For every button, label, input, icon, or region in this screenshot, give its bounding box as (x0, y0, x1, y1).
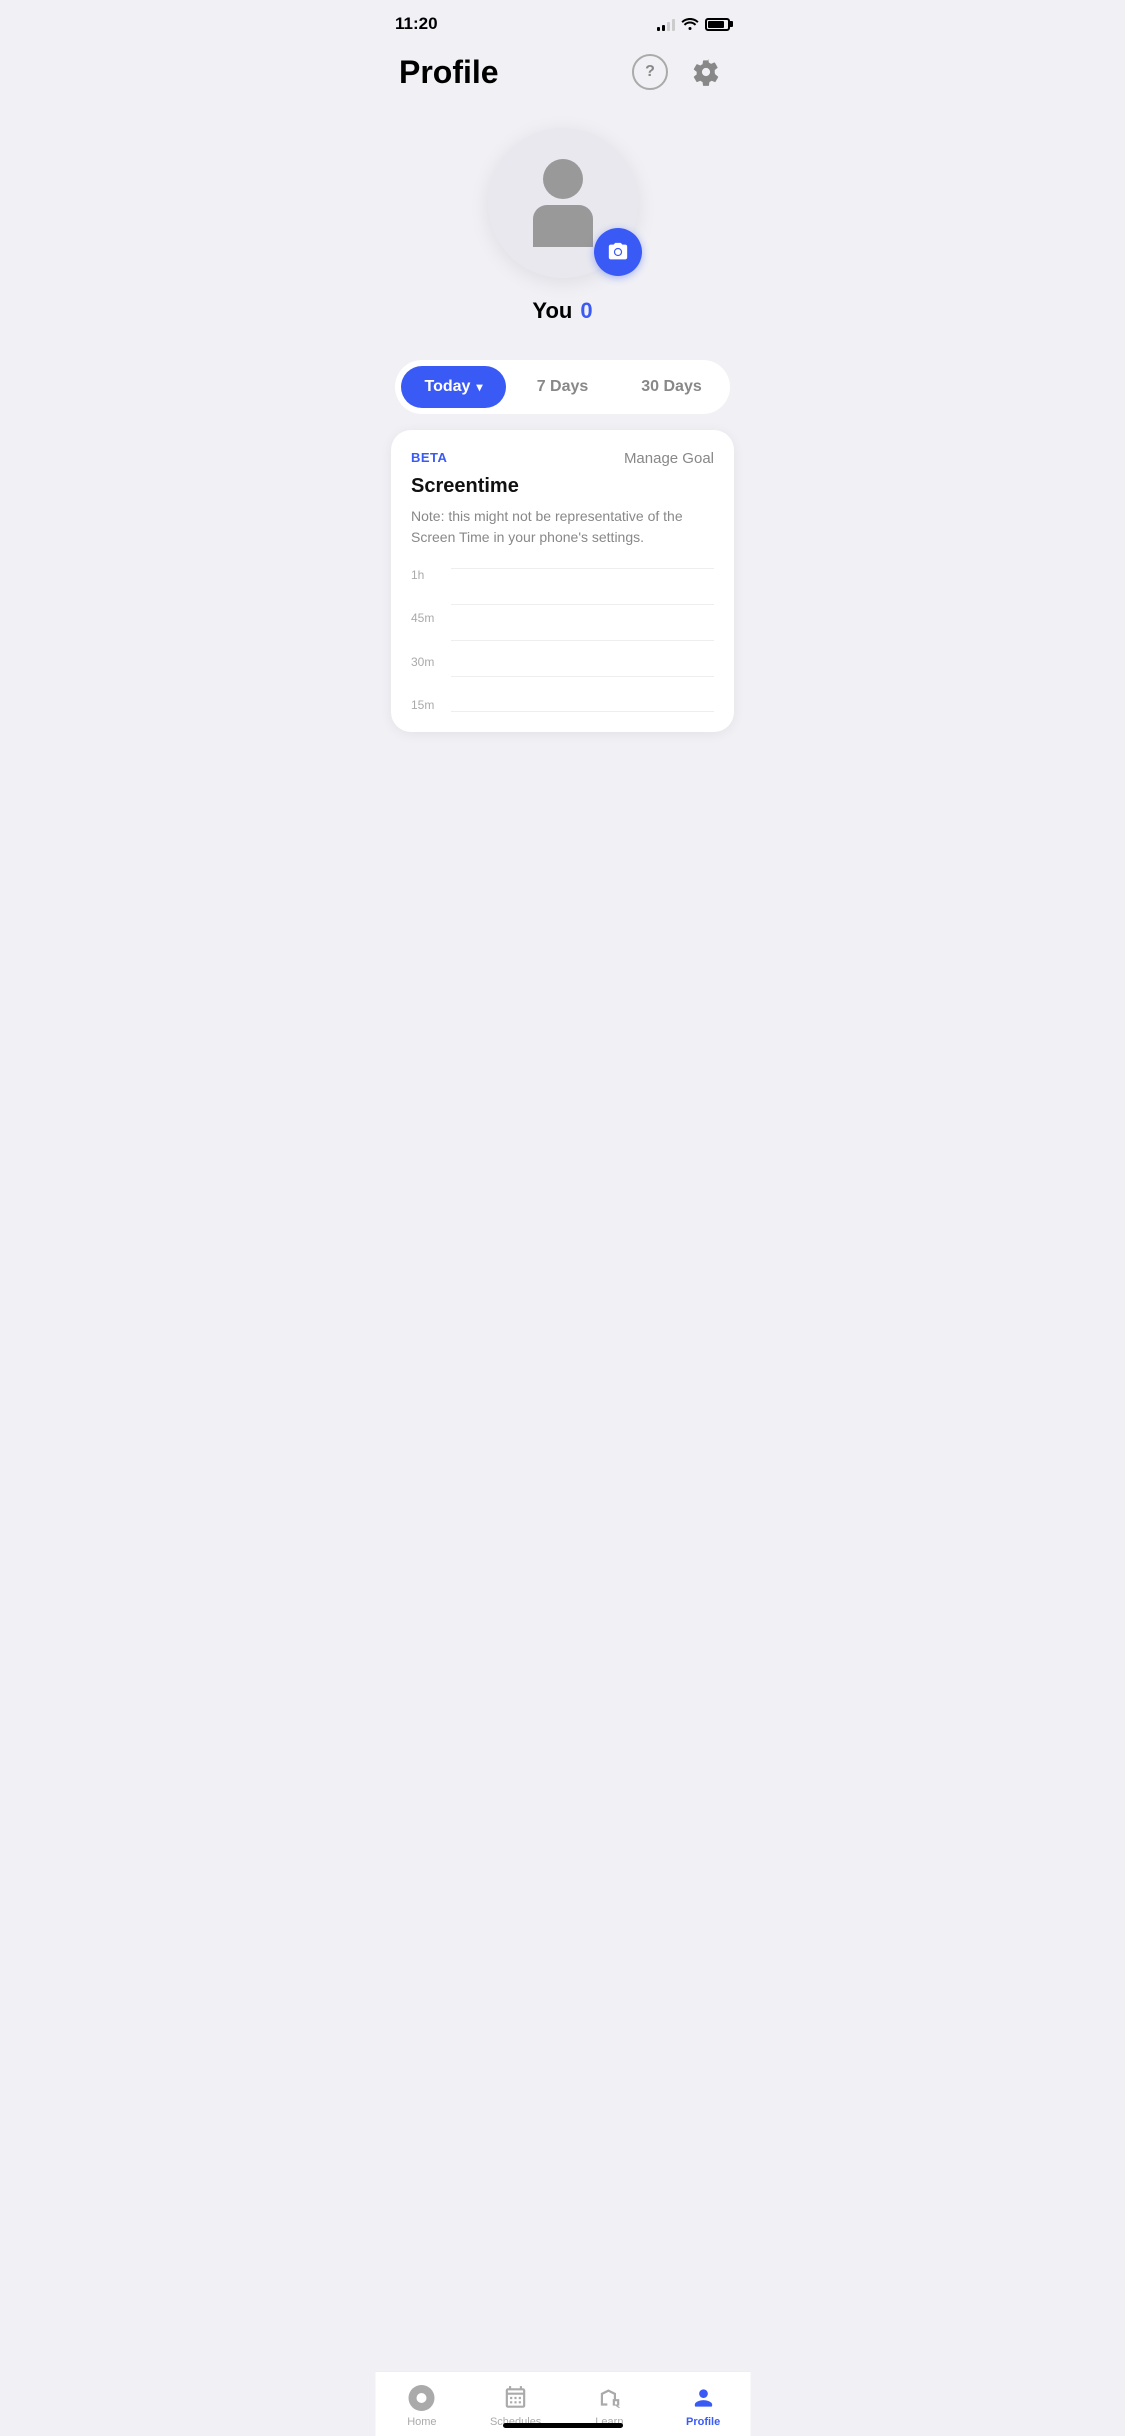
profile-icon (689, 2384, 717, 2412)
beta-badge: BETA (411, 450, 447, 465)
avatar-head (543, 159, 583, 199)
screentime-note: Note: this might not be representative o… (411, 506, 714, 548)
settings-button[interactable] (686, 52, 726, 92)
chart-grid (451, 568, 714, 712)
manage-goal-button[interactable]: Manage Goal (624, 450, 714, 467)
time-filter: Today ▾ 7 Days 30 Days (395, 360, 730, 414)
y-label-1h: 1h (411, 568, 434, 582)
chart-y-labels: 1h 45m 30m 15m (411, 568, 434, 712)
chart-line-1 (451, 568, 714, 604)
avatar-person (533, 159, 593, 247)
nav-schedules[interactable]: Schedules (469, 2384, 563, 2428)
camera-icon (607, 241, 629, 263)
chart-line-4 (451, 676, 714, 712)
status-bar: 11:20 (375, 0, 750, 42)
card-header: BETA Manage Goal (411, 450, 714, 467)
status-time: 11:20 (395, 14, 438, 34)
page-title: Profile (399, 54, 499, 91)
gear-icon (692, 58, 720, 86)
header-actions: ? (630, 52, 726, 92)
user-score: 0 (580, 298, 592, 324)
filter-30days[interactable]: 30 Days (619, 366, 724, 408)
filter-7days[interactable]: 7 Days (510, 366, 615, 408)
home-icon (408, 2384, 436, 2412)
help-button[interactable]: ? (630, 52, 670, 92)
signal-icon (657, 17, 675, 31)
user-name-row: You 0 (532, 298, 592, 324)
header: Profile ? (375, 42, 750, 108)
help-icon: ? (632, 54, 668, 90)
chart-line-3 (451, 640, 714, 676)
avatar-section: You 0 (375, 108, 750, 340)
y-label-45m: 45m (411, 611, 434, 625)
avatar-wrapper (488, 128, 638, 278)
wifi-icon (681, 16, 699, 33)
chevron-down-icon: ▾ (476, 380, 482, 394)
filter-today[interactable]: Today ▾ (401, 366, 506, 408)
avatar-body (533, 205, 593, 247)
battery-icon (705, 18, 730, 31)
nav-profile-label: Profile (686, 2416, 720, 2428)
screentime-title: Screentime (411, 475, 714, 498)
home-indicator (503, 2423, 623, 2428)
camera-button[interactable] (594, 228, 642, 276)
nav-home-label: Home (407, 2416, 436, 2428)
chart-area: 1h 45m 30m 15m (411, 568, 714, 712)
schedules-icon (502, 2384, 530, 2412)
nav-learn[interactable]: Learn (563, 2384, 657, 2428)
filter-today-label: Today (425, 378, 471, 396)
learn-icon (595, 2384, 623, 2412)
user-name: You (532, 298, 572, 324)
y-label-15m: 15m (411, 698, 434, 712)
y-label-30m: 30m (411, 655, 434, 669)
status-icons (657, 16, 730, 33)
chart-line-2 (451, 604, 714, 640)
screentime-card: BETA Manage Goal Screentime Note: this m… (391, 430, 734, 732)
nav-profile[interactable]: Profile (656, 2384, 750, 2428)
nav-home[interactable]: Home (375, 2384, 469, 2428)
